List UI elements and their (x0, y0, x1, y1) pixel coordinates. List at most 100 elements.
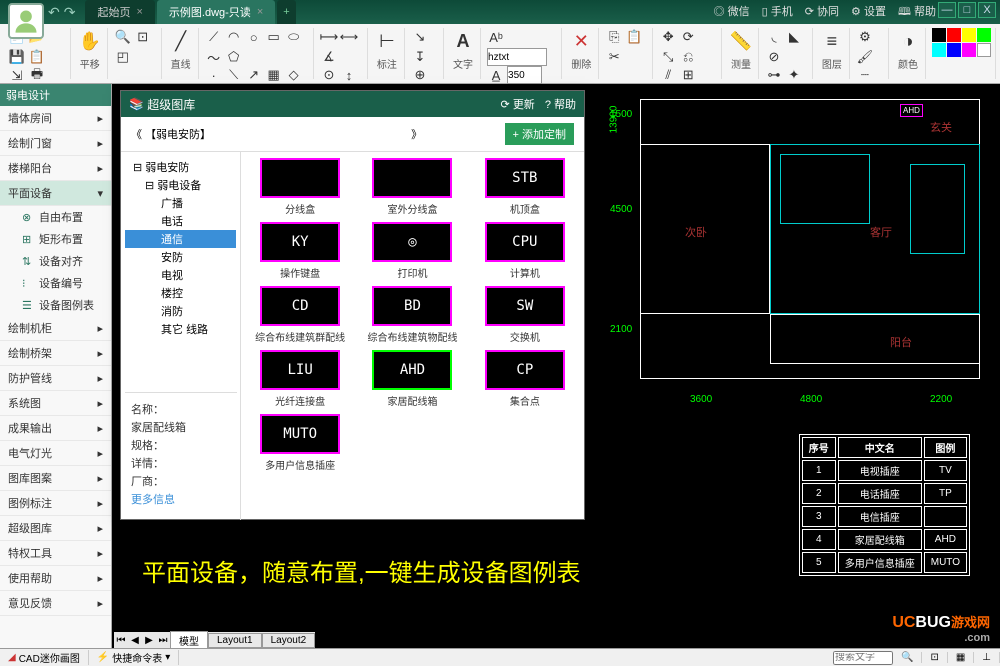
dim3-icon[interactable]: ∡ (320, 48, 338, 66)
circle-icon[interactable]: ○ (245, 28, 263, 46)
maximize-button[interactable]: □ (958, 2, 976, 18)
link-phone[interactable]: ▯ 手机 (762, 3, 793, 22)
array-icon[interactable]: ⊞ (679, 66, 697, 84)
sidebar-item-cabinet[interactable]: 绘制机柜▸ (0, 316, 111, 341)
tab-next-icon[interactable]: ▶ (142, 635, 156, 646)
dim1-icon[interactable]: ⟼ (320, 28, 338, 46)
color-picker-icon[interactable]: ◑ (895, 28, 921, 54)
tab-last-icon[interactable]: ⏭ (156, 635, 170, 646)
back-button[interactable]: 《 (131, 129, 142, 141)
spline-icon[interactable]: 〜 (205, 48, 223, 66)
pan-icon[interactable]: ✋ (77, 28, 103, 54)
sidebar-item-flatdev[interactable]: 平面设备▾ (0, 181, 111, 206)
add-custom-button[interactable]: + 添加定制 (505, 123, 574, 145)
refresh-button[interactable]: ⟳ 更新 (501, 96, 535, 112)
point-icon[interactable]: · (205, 66, 223, 84)
color-red[interactable] (947, 28, 961, 42)
polyline-icon[interactable]: ⟋ (205, 28, 223, 46)
tab-start[interactable]: 起始页 × (85, 0, 154, 24)
color-yellow[interactable] (962, 28, 976, 42)
tab-layout2[interactable]: Layout2 (262, 633, 316, 648)
sidebar-item-tray[interactable]: 绘制桥架▸ (0, 341, 111, 366)
tree-leaf[interactable]: 电话 (125, 212, 236, 230)
close-icon[interactable]: × (257, 6, 263, 18)
props-icon[interactable]: ⚙ (856, 28, 874, 46)
library-item[interactable]: KY操作键盘 (247, 222, 353, 280)
tab-layout1[interactable]: Layout1 (208, 633, 262, 648)
dim-icon[interactable]: ⊢ (374, 28, 400, 54)
rect-icon[interactable]: ▭ (265, 28, 283, 46)
move-icon[interactable]: ✥ (659, 28, 677, 46)
break-icon[interactable]: ⊘ (765, 48, 783, 66)
minimize-button[interactable]: — (938, 2, 956, 18)
grid-toggle[interactable]: ▦ (948, 652, 974, 663)
size-input[interactable] (507, 66, 542, 84)
print-icon[interactable]: 🖶 (28, 67, 46, 85)
measure-icon[interactable]: 📏 (728, 28, 754, 54)
tree-node[interactable]: ⊟ 弱电安防 (125, 158, 236, 176)
leader-icon[interactable]: ↘ (411, 28, 429, 46)
sidebar-item-doors[interactable]: 绘制门窗▸ (0, 131, 111, 156)
paste-icon[interactable]: 📋 (625, 28, 643, 46)
line-icon[interactable]: ╱ (168, 28, 194, 54)
redo-icon[interactable]: ↷ (64, 4, 76, 21)
sidebar-item-lighting[interactable]: 电气灯光▸ (0, 441, 111, 466)
more-info-link[interactable]: 更多信息 (131, 491, 231, 507)
fillet-icon[interactable]: ◟ (765, 28, 783, 46)
tab-new[interactable]: + (277, 0, 295, 24)
rotate-icon[interactable]: ⟳ (679, 28, 697, 46)
chamfer-icon[interactable]: ◣ (785, 28, 803, 46)
sidebar-sub-align[interactable]: ⇅设备对齐 (0, 250, 111, 272)
dim5-icon[interactable]: ↕ (340, 66, 358, 84)
sidebar-item-library[interactable]: 图库图案▸ (0, 466, 111, 491)
zoomin-icon[interactable]: 🔍 (114, 28, 132, 46)
sidebar-item-stairs[interactable]: 楼梯阳台▸ (0, 156, 111, 181)
sidebar-sub-number[interactable]: ⁝设备编号 (0, 272, 111, 294)
sidebar-sub-legend[interactable]: ☰设备图例表 (0, 294, 111, 316)
scale-icon[interactable]: ⤡ (659, 48, 677, 66)
color-cyan[interactable] (932, 43, 946, 57)
saveas-icon[interactable]: 📋 (28, 48, 46, 66)
join-icon[interactable]: ⊶ (765, 66, 783, 84)
ltype-icon[interactable]: ┈ (856, 66, 874, 84)
layer-icon[interactable]: ≡ (819, 28, 845, 54)
sidebar-sub-free[interactable]: ⊗自由布置 (0, 206, 111, 228)
mirror-icon[interactable]: ⎌ (679, 48, 697, 66)
textstyle-icon[interactable]: Aᵇ (487, 28, 505, 46)
ortho-toggle[interactable]: ⊥ (974, 652, 1000, 663)
close-icon[interactable]: × (136, 6, 142, 18)
ellipse-icon[interactable]: ⬭ (285, 28, 303, 46)
ray-icon[interactable]: ↗ (245, 66, 263, 84)
color-magenta[interactable] (962, 43, 976, 57)
cut-icon[interactable]: ✂ (605, 48, 623, 66)
ord-icon[interactable]: ↧ (411, 48, 429, 66)
library-item[interactable]: SW交换机 (472, 286, 578, 344)
link-settings[interactable]: ⚙ 设置 (851, 3, 886, 22)
sidebar-item-walls[interactable]: 墙体房间▸ (0, 106, 111, 131)
copy-icon[interactable]: ⎘ (605, 28, 623, 46)
sidebar-item-output[interactable]: 成果输出▸ (0, 416, 111, 441)
tree-leaf[interactable]: 安防 (125, 248, 236, 266)
tree-leaf[interactable]: 楼控 (125, 284, 236, 302)
popup-titlebar[interactable]: 📚 超级图库 ⟳ 更新 ? 帮助 (121, 91, 584, 117)
library-item[interactable]: 室外分线盒 (359, 158, 465, 216)
tree-leaf[interactable]: 电视 (125, 266, 236, 284)
library-item[interactable]: AHD家居配线箱 (359, 350, 465, 408)
save-icon[interactable]: 💾 (8, 48, 26, 66)
fwd-button[interactable]: 》 (411, 126, 422, 142)
sidebar-item-conduit[interactable]: 防护管线▸ (0, 366, 111, 391)
tab-model[interactable]: 模型 (170, 631, 208, 650)
library-item[interactable]: LIU光纤连接盘 (247, 350, 353, 408)
color-black[interactable] (932, 28, 946, 42)
tree-node[interactable]: ⊟ 弱电设备 (125, 176, 236, 194)
help-button[interactable]: ? 帮助 (545, 96, 576, 112)
polygon-icon[interactable]: ⬠ (225, 48, 243, 66)
sidebar-item-feedback[interactable]: 意见反馈▸ (0, 591, 111, 616)
match-icon[interactable]: 🖌 (856, 48, 874, 66)
library-item[interactable]: 分线盒 (247, 158, 353, 216)
erase-icon[interactable]: ✕ (568, 28, 594, 54)
font-select[interactable] (487, 48, 547, 66)
color-blue[interactable] (947, 43, 961, 57)
library-item[interactable]: CPU计算机 (472, 222, 578, 280)
sidebar-item-sys[interactable]: 系统图▸ (0, 391, 111, 416)
